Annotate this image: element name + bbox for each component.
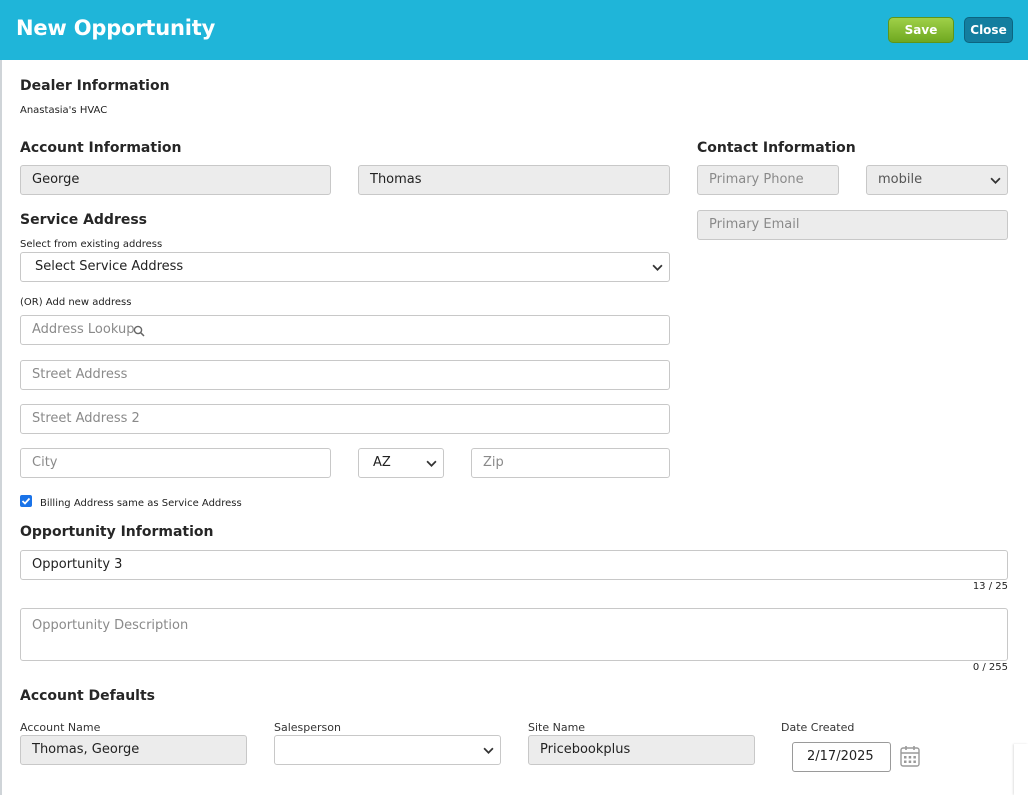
calendar-icon[interactable]: [900, 745, 920, 767]
salesperson-label: Salesperson: [274, 721, 341, 734]
date-created-label: Date Created: [781, 721, 855, 734]
service-address-select[interactable]: Select Service Address: [20, 252, 670, 282]
contact-heading: Contact Information: [697, 140, 856, 156]
zip-input[interactable]: Zip: [471, 448, 670, 478]
checkmark-icon: [21, 497, 31, 505]
site-name-field[interactable]: Pricebookplus: [528, 735, 755, 765]
opportunity-heading: Opportunity Information: [20, 524, 214, 540]
site-name-label: Site Name: [528, 721, 586, 734]
opportunity-description-textarea[interactable]: Opportunity Description: [20, 608, 1008, 661]
primary-email-field[interactable]: Primary Email: [697, 210, 1008, 240]
city-input[interactable]: City: [20, 448, 331, 478]
service-address-heading: Service Address: [20, 212, 148, 228]
account-name-label: Account Name: [20, 721, 101, 734]
state-select[interactable]: AZ: [358, 448, 444, 478]
billing-same-checkbox[interactable]: [20, 495, 32, 507]
add-new-address-label: (OR) Add new address: [20, 297, 132, 308]
last-name-field[interactable]: Thomas: [358, 165, 670, 195]
first-name-field[interactable]: George: [20, 165, 331, 195]
address-lookup-placeholder: Address Lookup: [32, 322, 135, 337]
primary-phone-field[interactable]: Primary Phone: [697, 165, 839, 195]
chevron-down-icon: [426, 460, 437, 467]
account-name-field[interactable]: Thomas, George: [20, 735, 247, 765]
search-icon: [133, 325, 145, 337]
salesperson-select[interactable]: [274, 735, 501, 765]
page-title: New Opportunity: [16, 16, 216, 40]
account-defaults-heading: Account Defaults: [20, 688, 155, 704]
street-address-2-input[interactable]: Street Address 2: [20, 404, 670, 434]
service-address-select-value: Select Service Address: [35, 259, 184, 274]
address-lookup-input[interactable]: Address Lookup: [20, 315, 670, 345]
dealer-name: Anastasia's HVAC: [20, 105, 108, 116]
phone-type-value: mobile: [878, 172, 923, 187]
save-button[interactable]: Save: [888, 17, 954, 43]
select-existing-label: Select from existing address: [20, 239, 163, 250]
chevron-down-icon: [483, 747, 494, 754]
date-created-input[interactable]: 2/17/2025: [792, 742, 891, 772]
opportunity-name-input[interactable]: Opportunity 3: [20, 550, 1008, 580]
opportunity-description-counter: 0 / 255: [972, 662, 1008, 673]
billing-same-label: Billing Address same as Service Address: [40, 498, 242, 509]
chevron-down-icon: [990, 177, 1001, 184]
side-panel-edge: [1014, 744, 1028, 795]
close-button[interactable]: Close: [964, 17, 1013, 43]
chevron-down-icon: [652, 264, 663, 271]
modal-header: New Opportunity Save Close: [0, 0, 1028, 60]
opportunity-name-counter: 13 / 25: [972, 581, 1008, 592]
phone-type-select[interactable]: mobile: [866, 165, 1008, 195]
dealer-heading: Dealer Information: [20, 78, 170, 94]
account-heading: Account Information: [20, 140, 182, 156]
street-address-input[interactable]: Street Address: [20, 360, 670, 390]
state-select-value: AZ: [373, 455, 391, 470]
